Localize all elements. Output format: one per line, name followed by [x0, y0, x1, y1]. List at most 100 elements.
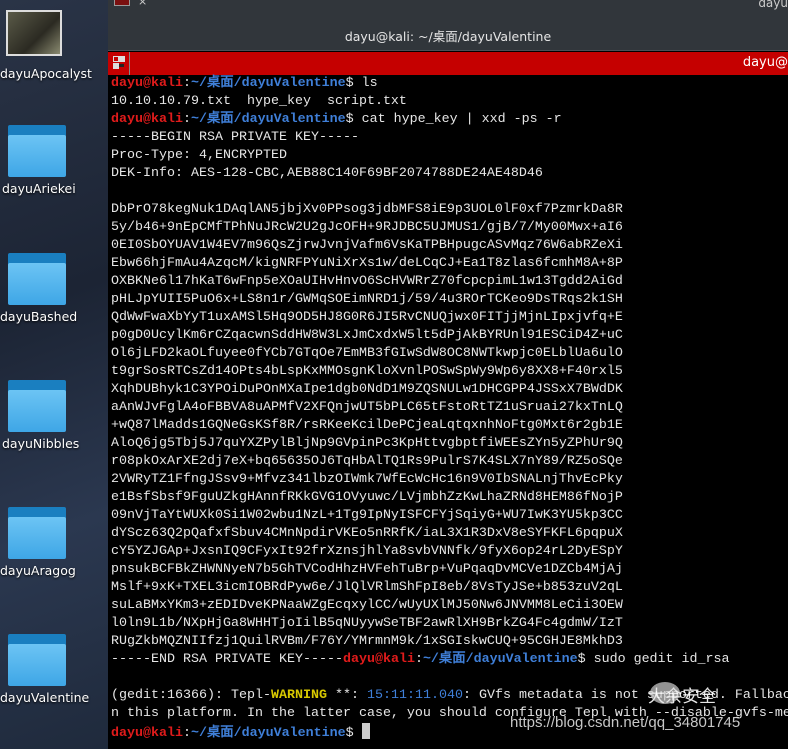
desktop: dayuApocalyst dayuAriekei dayuBashed dayuNi…	[0, 0, 108, 749]
terminal-line: r08pkOxArXE2dj7eX+bq65635OJ6TqHbAlTQ1Rs9…	[111, 453, 788, 471]
terminal-text: :	[182, 112, 191, 127]
prompt-user: dayu@kali	[342, 652, 415, 667]
terminal-text: 15:11:11.040	[366, 688, 463, 703]
terminal-text: XqhDUBhyk1C3YPOiDuPOnMXaIpe1dgb0NdD1M9ZQ…	[111, 382, 623, 397]
terminal-text: :	[182, 726, 191, 741]
prompt-path: ~/桌面/dayuValentine	[190, 76, 346, 91]
desktop-icon[interactable]: dayuAragog	[0, 507, 108, 578]
terminal-line: dayu@kali:~/桌面/dayuValentine$ cat hype_k…	[111, 111, 788, 129]
desktop-icon[interactable]: dayuBashed	[0, 253, 108, 324]
terminal-text: dYScz63Q2pQafxfSbuv4CMnNpdirVKEo5nRRfK/i…	[111, 526, 623, 541]
terminal-line: aAnWJvFglA4oFBBVA8uAPMfV2XFQnjwUT5bPLC65…	[111, 399, 788, 417]
folder-icon	[8, 634, 66, 686]
terminal-text: :	[414, 652, 423, 667]
prompt-path: ~/桌面/dayuValentine	[190, 726, 346, 741]
desktop-icon-label: dayuNibbles	[2, 436, 80, 451]
terminal-text: DEK-Info: AES-128-CBC,AEB88C140F69BF2074…	[111, 166, 543, 181]
terminal-text: -----BEGIN RSA PRIVATE KEY-----	[111, 130, 359, 145]
terminal-text: :	[182, 76, 191, 91]
terminal-text: Ebw66hjFmAu4AzqcM/kigNRFPYuNiXrXs1w/deLC…	[111, 256, 623, 271]
prompt-user: dayu@kali	[111, 112, 183, 127]
terminal-text: -----END RSA PRIVATE KEY-----	[111, 652, 343, 667]
title-bar: × dayu dayu@kali: ~/桌面/dayuValentine	[108, 0, 788, 51]
terminal-text: QdWwFwaXbYyT1uxAMSl5Hq9OD5HJ8G0R6JI5RvCN…	[111, 310, 623, 325]
terminal-line: Ebw66hjFmAu4AzqcM/kigNRFPYuNiXrXs1w/deLC…	[111, 255, 788, 273]
watermark-url: https://blog.csdn.net/qq_34801745	[510, 714, 741, 731]
terminal-line: l0ln9L1b/NXpHjGa8WHHTjoIilB5qNUyywSeTBF2…	[111, 615, 788, 633]
desktop-icon[interactable]: dayuApocalyst	[0, 10, 108, 81]
terminal-line: -----BEGIN RSA PRIVATE KEY-----	[111, 129, 788, 147]
terminal-text: : GVfs metadata is not supported. Fallba…	[462, 688, 788, 703]
prompt-path: ~/桌面/dayuValentine	[190, 112, 346, 127]
prompt-path: ~/桌面/dayuValentine	[422, 652, 578, 667]
terminal-line: 2VWRyTZ1FfngJSsv9+Mfvz341lbzOIWmk7WfEcWc…	[111, 471, 788, 489]
terminal-line: dYScz63Q2pQafxfSbuv4CMnNpdirVKEo5nRRfK/i…	[111, 525, 788, 543]
terminal-text: $ sudo gedit id_rsa	[577, 652, 730, 667]
terminal-text: 09nVjTaYtWUXk0Si1W02wbu1NzL+1Tg9IpNyISFC…	[111, 508, 623, 523]
desktop-icon-label: dayuApocalyst	[0, 66, 92, 81]
desktop-icon[interactable]: dayuAriekei	[0, 125, 108, 196]
terminal-text: Proc-Type: 4,ENCRYPTED	[111, 148, 287, 163]
terminal-text: AloQ6jg5Tbj5J7quYXZPylBljNp9GVpinPc3KpHt…	[111, 436, 623, 451]
terminal-text: p0gD0UcylKm6rCZqacwnSddHW8W3LxJmCxdxW5lt…	[111, 328, 623, 343]
app-icon	[114, 0, 130, 6]
terminal-text: $ ls	[345, 76, 378, 91]
previous-window-title: dayu	[758, 0, 788, 10]
prompt-user: dayu@kali	[111, 726, 183, 741]
terminal-text: r08pkOxArXE2dj7eX+bq65635OJ6TqHbAlTQ1Rs9…	[111, 454, 623, 469]
terminal-line: e1BsfSbsf9FguUZkgHAnnfRKkGVG1OVyuwc/LVjm…	[111, 489, 788, 507]
terminal-text: (gedit:16366): Tepl-	[111, 688, 271, 703]
terminal-line: OXBKNe6l17hKaT6wFnp5eXOaUIHvHnvO6ScHVWRr…	[111, 273, 788, 291]
terminal-text: Ol6jLFD2kaOLfuyee0fYCb7GTqOe7EmMB3fGIwSd…	[111, 346, 623, 361]
terminal-text: t9grSosRTCsZd14OPts4bLspKxMMOsgnKloXvnlP…	[111, 364, 623, 379]
terminal-line: 09nVjTaYtWUXk0Si1W02wbu1NzL+1Tg9IpNyISFC…	[111, 507, 788, 525]
window-title: dayu@kali: ~/桌面/dayuValentine	[344, 29, 552, 44]
folder-icon	[8, 507, 66, 559]
terminal-line: p0gD0UcylKm6rCZqacwnSddHW8W3LxJmCxdxW5lt…	[111, 327, 788, 345]
terminal-text: OXBKNe6l17hKaT6wFnp5eXOaUIHvHnvO6ScHVWRr…	[111, 274, 623, 289]
text-cursor	[361, 723, 370, 739]
terminal-text: suLaBMxYKm3+zEDIDveKPNaaWZgEcqxylCC/wUyU…	[111, 598, 623, 613]
terminal-text: 5y/b46+9nEpCMfTPhNuJRcW2U2gJcOFH+9RJDBC5…	[111, 220, 623, 235]
terminal-line: QdWwFwaXbYyT1uxAMSl5Hq9OD5HJ8G0R6JI5RvCN…	[111, 309, 788, 327]
terminal-text: aAnWJvFglA4oFBBVA8uAPMfV2XFQnjwUT5bPLC65…	[111, 400, 623, 415]
desktop-icon[interactable]: dayuValentine	[0, 634, 108, 705]
desktop-icon-label: dayuAriekei	[2, 181, 76, 196]
terminal-text: Mslf+9xK+TXEL3icmIOBRdPyw6e/JlQlVRlmShFp…	[111, 580, 623, 595]
terminal-text: RUgZkbMQZNIIfzj1QuilRVBm/F76Y/YMrmnM9k/1…	[111, 634, 623, 649]
prompt-user: dayu@kali	[111, 76, 183, 91]
terminal-line: DEK-Info: AES-128-CBC,AEB88C140F69BF2074…	[111, 165, 788, 183]
warning-label: WARNING	[270, 688, 327, 703]
terminal-line: dayu@kali:~/桌面/dayuValentine$ ls	[111, 75, 788, 93]
tab-session-name[interactable]: dayu@	[743, 55, 788, 70]
watermark-name: 大余安全	[648, 687, 716, 707]
folder-icon	[8, 253, 66, 305]
terminal-line: +wQ87lMadds1GQNeGsKSf8R/rsRKeeKcilDePCje…	[111, 417, 788, 435]
terminal-line: AloQ6jg5Tbj5J7quYXZPylBljNp9GVpinPc3KpHt…	[111, 435, 788, 453]
terminal-text: 10.10.10.79.txt hype_key script.txt	[111, 94, 407, 109]
folder-icon	[8, 380, 66, 432]
desktop-icon[interactable]: dayuNibbles	[0, 380, 108, 451]
terminal-line: DbPrO78kegNuk1DAqlAN5jbjXv0PPsog3jdbMFS8…	[111, 201, 788, 219]
terminal-line: 5y/b46+9nEpCMfTPhNuJRcW2U2gJcOFH+9RJDBC5…	[111, 219, 788, 237]
terminal-line: 10.10.10.79.txt hype_key script.txt	[111, 93, 788, 111]
terminal-line: Proc-Type: 4,ENCRYPTED	[111, 147, 788, 165]
terminal-text: 0EI0SbOYUAV1W4EV7m96QsZjrwJvnjVafm6VsKaT…	[111, 238, 623, 253]
terminal-line: suLaBMxYKm3+zEDIDveKPNaaWZgEcqxylCC/wUyU…	[111, 597, 788, 615]
close-icon[interactable]: ×	[138, 0, 147, 8]
terminal-text: pnsukBCFBkZHWNNyeN7b5GhTVCodHhzHVFehTuBr…	[111, 562, 623, 577]
terminal-text: pHLJpYUII5PuO6x+LS8n1r/GWMqSOEimNRD1j/59…	[111, 292, 623, 307]
terminal-output[interactable]: dayu@kali:~/桌面/dayuValentine$ ls 10.10.10…	[111, 75, 788, 743]
terminal-line: pnsukBCFBkZHWNNyeN7b5GhTVCodHhzHVFehTuBr…	[111, 561, 788, 579]
terminal-line: XqhDUBhyk1C3YPOiDuPOnMXaIpe1dgb0NdD1M9ZQ…	[111, 381, 788, 399]
terminal-text: +wQ87lMadds1GQNeGsKSf8R/rsRKeeKcilDePCje…	[111, 418, 623, 433]
terminal-line: pHLJpYUII5PuO6x+LS8n1r/GWMqSOEimNRD1j/59…	[111, 291, 788, 309]
terminal-text: $	[345, 726, 362, 741]
folder-icon	[8, 125, 66, 177]
terminal-text: DbPrO78kegNuk1DAqlAN5jbjXv0PPsog3jdbMFS8…	[111, 202, 623, 217]
tab-menu-icon[interactable]	[108, 52, 130, 75]
terminal-line: 0EI0SbOYUAV1W4EV7m96QsZjrwJvnjVafm6VsKaT…	[111, 237, 788, 255]
terminal-text: l0ln9L1b/NXpHjGa8WHHTjoIilB5qNUyywSeTBF2…	[111, 616, 623, 631]
desktop-icon-label: dayuBashed	[0, 309, 78, 324]
terminal-text: **:	[326, 688, 367, 703]
